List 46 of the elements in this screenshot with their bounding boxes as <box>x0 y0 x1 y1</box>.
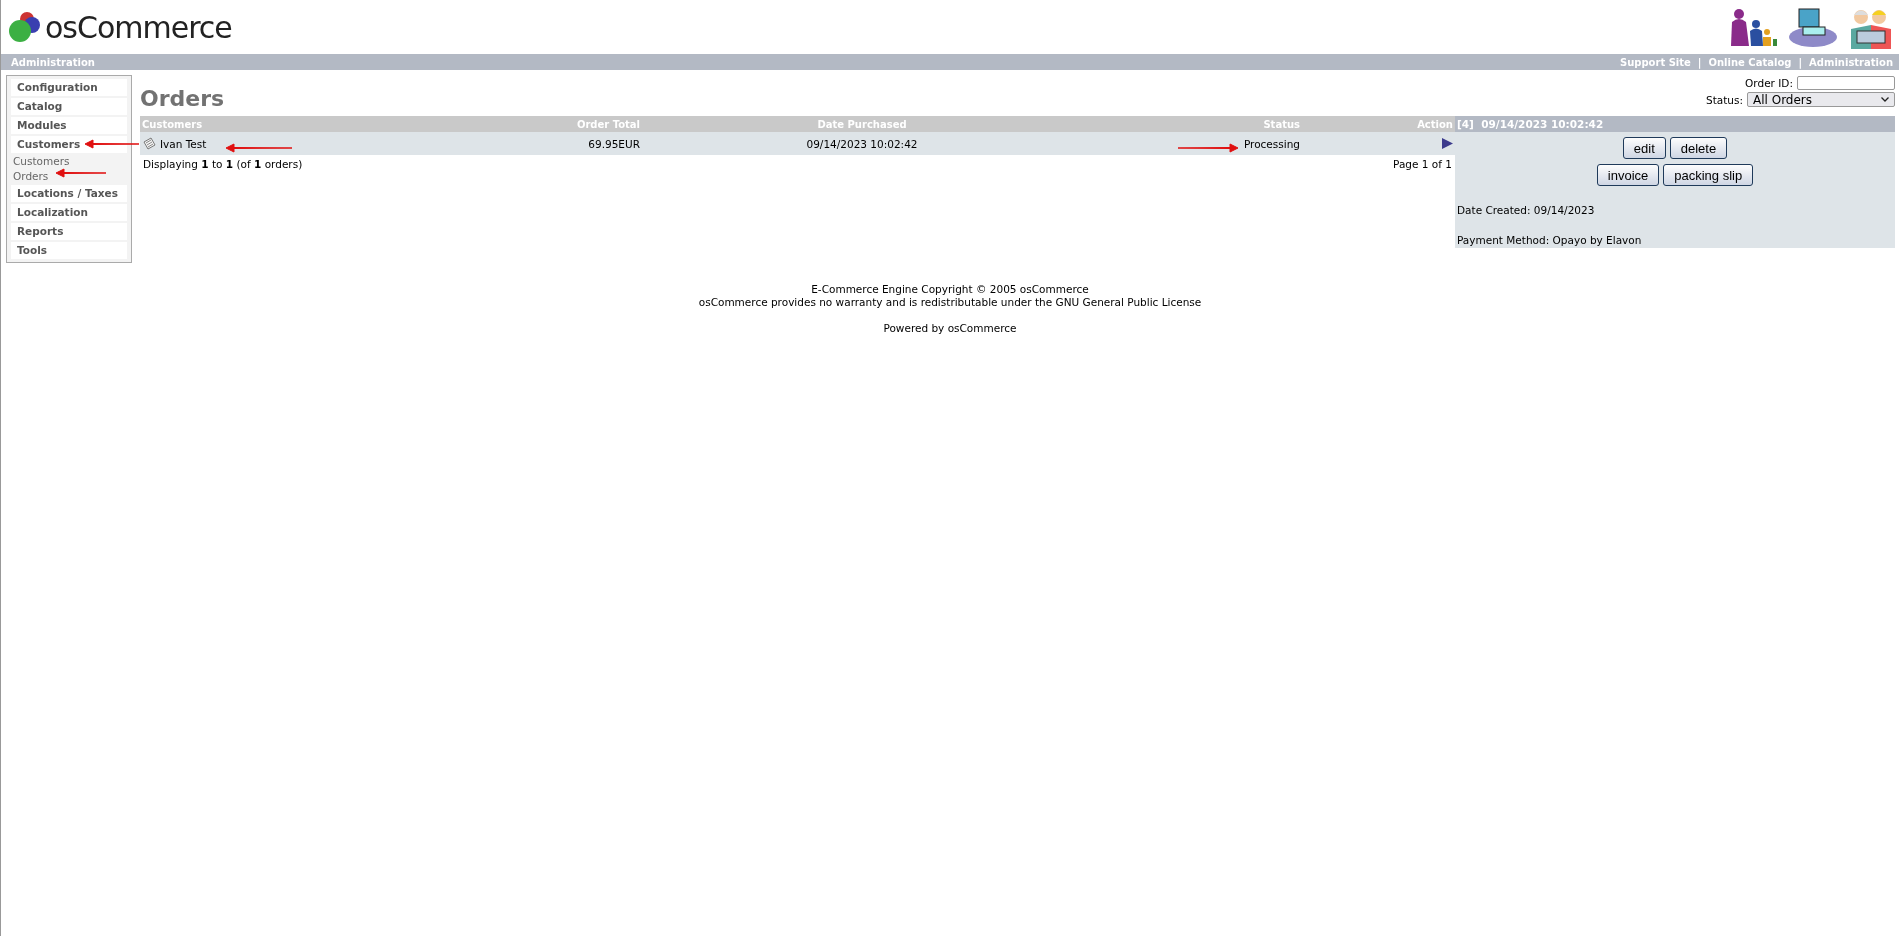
order-id-label: Order ID: <box>1745 77 1793 89</box>
sidebar-item[interactable]: Catalog <box>11 98 127 115</box>
annotation-arrow <box>1178 143 1238 153</box>
logo-icon <box>7 10 43 44</box>
link-separator: | <box>1798 56 1803 68</box>
page-title: Orders <box>140 86 225 111</box>
detail-text: Date Created: 09/14/2023 <box>1456 204 1596 216</box>
sidebar-item[interactable]: Locations / Taxes <box>11 185 127 202</box>
results-summary: Displaying 1 to 1 (of 1 orders) <box>143 158 303 170</box>
link-separator: | <box>1697 56 1702 68</box>
play-icon[interactable] <box>1442 138 1453 149</box>
sidebar-item[interactable]: Reports <box>11 223 127 240</box>
sidebar-item[interactable]: Localization <box>11 204 127 221</box>
family-drawing <box>1729 6 1779 48</box>
sidebar-item[interactable]: Customers <box>11 136 127 153</box>
order-id-field[interactable] <box>1797 76 1895 90</box>
annotation-arrow <box>85 139 139 149</box>
annotation-arrow <box>56 168 106 178</box>
logo-text: osCommerce <box>45 9 232 45</box>
annotation-arrow <box>226 143 292 153</box>
footer-text: E-Commerce Engine Copyright © 2005 osCommerce <box>810 283 1090 296</box>
details-title: [4] 09/14/2023 10:02:42 <box>1455 116 1895 132</box>
order-total: 69.95EUR <box>588 137 640 150</box>
sidebar-item[interactable]: Tools <box>11 242 127 259</box>
sidebar-subitem[interactable]: Customers <box>11 155 127 168</box>
chevron-down-icon <box>1881 97 1889 102</box>
order-status: Processing <box>1243 137 1300 150</box>
computer-drawing <box>1787 5 1839 49</box>
action-button[interactable]: packing slip <box>1663 164 1754 186</box>
order-date: 09/14/2023 10:02:42 <box>806 137 918 150</box>
order-row[interactable]: Ivan Test 69.95EUR 09/14/2023 10:02:42 Processing <box>140 132 1455 155</box>
document-icon <box>142 136 156 151</box>
page-count: Page 1 of 1 <box>1393 158 1452 170</box>
customer-name: Ivan Test <box>160 137 207 150</box>
powered-by-text: Powered by osCommerce <box>882 322 1018 335</box>
action-button[interactable]: invoice <box>1596 164 1660 186</box>
header-title: Administration <box>11 56 95 68</box>
status-label: Status: <box>1706 93 1743 106</box>
action-button[interactable]: edit <box>1622 137 1666 159</box>
detail-text: Payment Method: Opayo by Elavon <box>1456 234 1643 246</box>
sidebar-item[interactable]: Modules <box>11 117 127 134</box>
sidebar-subitem[interactable]: Orders <box>11 170 127 183</box>
footer-text: osCommerce provides no warranty and is redistributable under the GNU General Public License <box>697 296 1203 309</box>
sidebar-item[interactable]: Configuration <box>11 79 127 96</box>
status-select[interactable]: All Orders <box>1747 92 1895 107</box>
action-button[interactable]: delete <box>1669 137 1728 159</box>
